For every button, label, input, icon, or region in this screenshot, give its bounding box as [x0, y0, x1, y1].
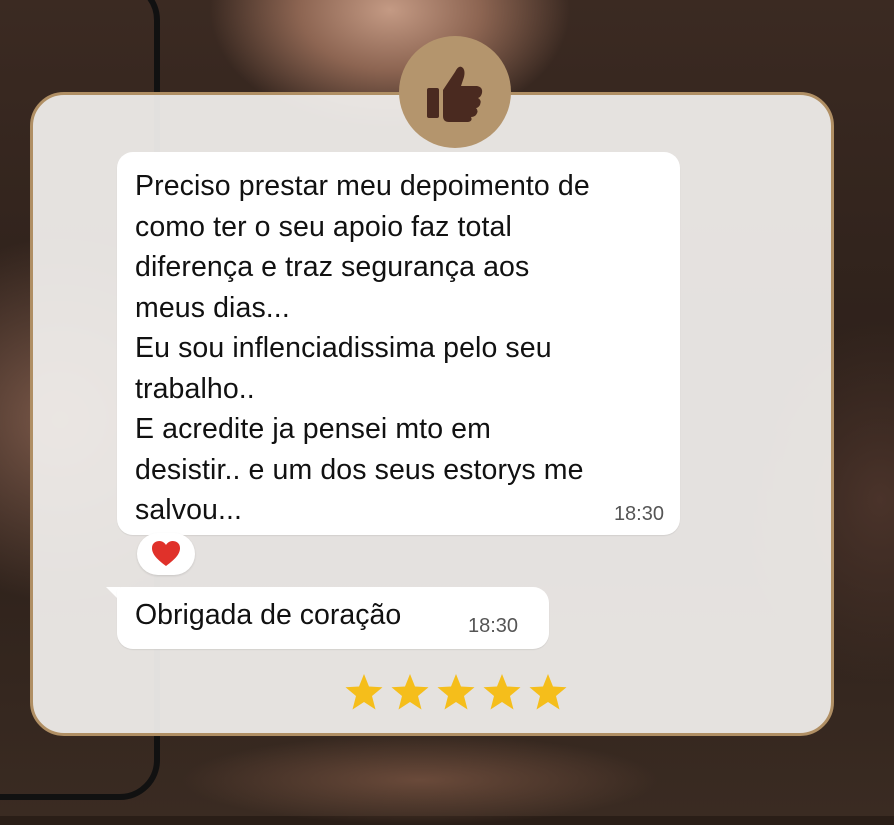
star-icon: [529, 674, 567, 710]
thumbs-up-icon: [427, 66, 483, 122]
thumbs-up-badge: [399, 36, 511, 148]
star-icon: [345, 674, 383, 710]
heart-reaction[interactable]: [137, 533, 195, 575]
star-icon: [483, 674, 521, 710]
heart-icon: [152, 541, 180, 566]
reply-bubble: Obrigada de coração 18:30: [117, 587, 549, 649]
background-hand: [180, 735, 660, 825]
star-icon: [437, 674, 475, 710]
message-bubble: Preciso prestar meu depoimento de como t…: [117, 152, 680, 535]
star-icon: [391, 674, 429, 710]
message-timestamp: 18:30: [613, 503, 664, 525]
message-text: Preciso prestar meu depoimento de como t…: [135, 170, 590, 526]
reply-timestamp: 18:30: [468, 615, 519, 637]
reply-text: Obrigada de coração: [135, 599, 402, 631]
star-rating: [344, 672, 568, 716]
